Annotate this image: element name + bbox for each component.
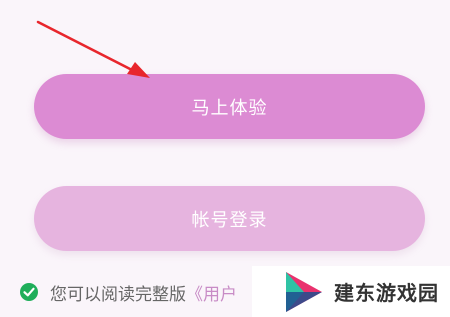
agreement-text: 您可以阅读完整版 bbox=[50, 284, 186, 305]
account-login-button-label: 帐号登录 bbox=[191, 209, 268, 231]
watermark-text: 建东游戏园 bbox=[334, 281, 439, 305]
try-now-button-label: 马上体验 bbox=[191, 97, 268, 119]
agreement-row: 您可以阅读完整版 《用户 bbox=[20, 279, 237, 305]
play-triangle-logo-icon bbox=[286, 271, 322, 312]
user-agreement-link[interactable]: 《用户 bbox=[186, 280, 237, 305]
try-now-button[interactable]: 马上体验 bbox=[34, 74, 425, 139]
check-circle-icon[interactable] bbox=[20, 283, 38, 301]
account-login-button[interactable]: 帐号登录 bbox=[34, 186, 425, 251]
watermark-badge: 建东游戏园 bbox=[252, 266, 450, 317]
